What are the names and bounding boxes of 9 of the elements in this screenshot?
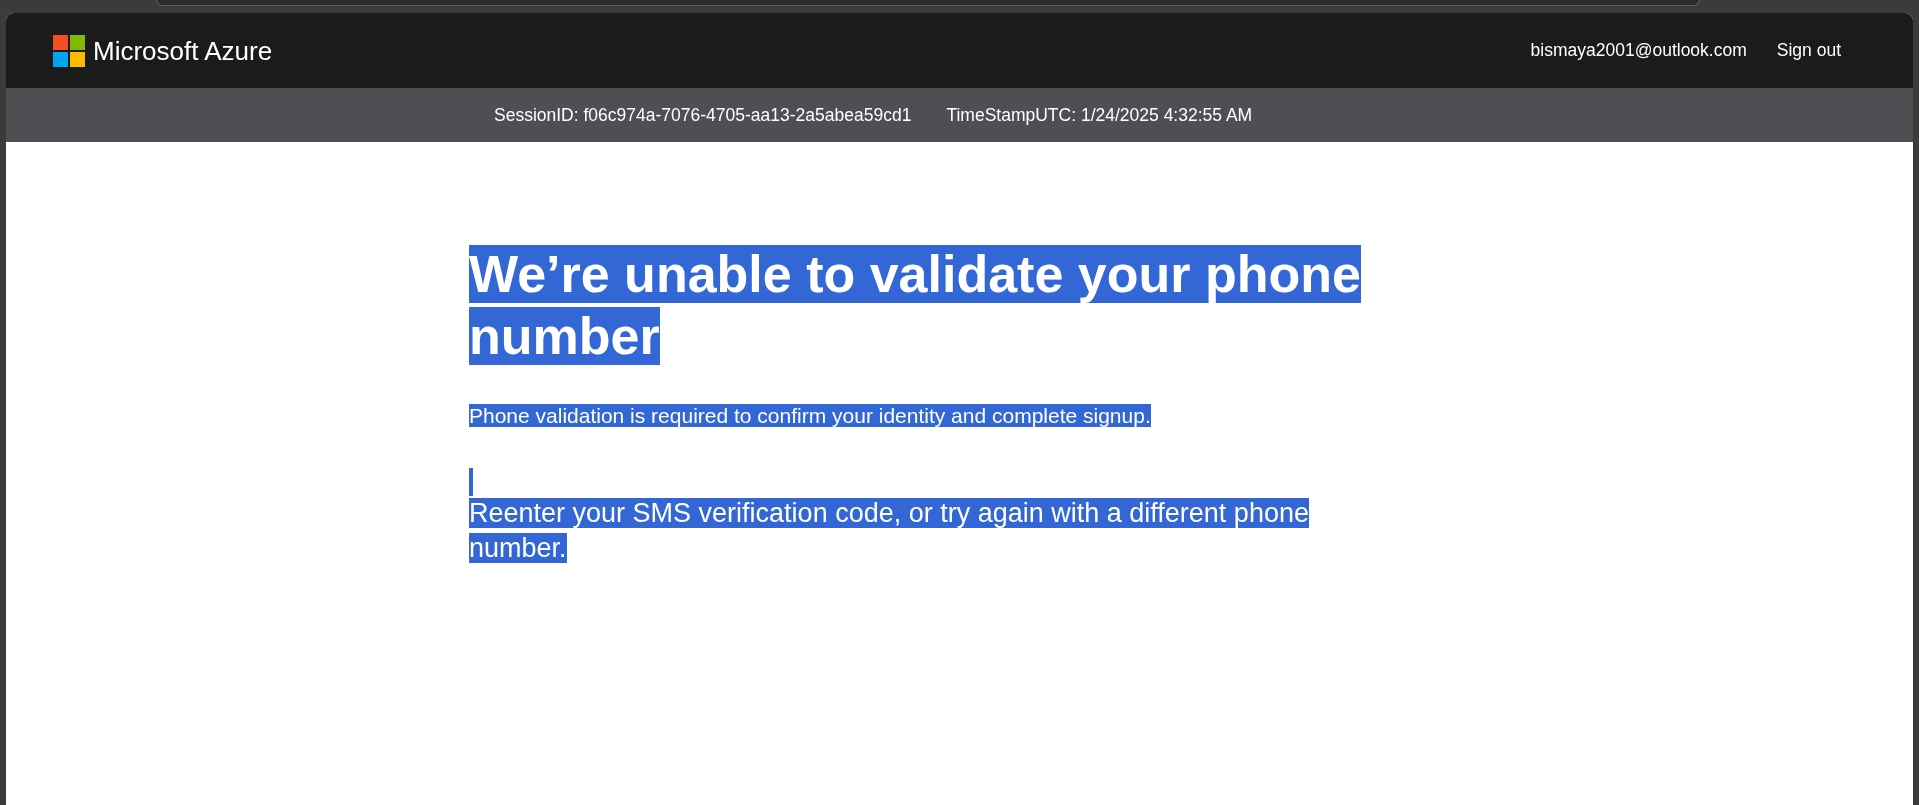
instruction-text: Reenter your SMS verification code, or try again with a different phone number. [469,497,1310,565]
four-squares-logo-icon [53,34,85,67]
page-heading: We’re unable to validate your phone number [469,244,1362,367]
account-email: bismaya2001@outlook.com [1530,39,1747,63]
session-id-text: SessionID: f06c974a-7076-4705-aa13-2a5abea59cd1 [494,103,912,127]
sign-out-link[interactable]: Sign out [1776,37,1841,64]
timestamp-text: TimeStampUTC: 1/24/2025 4:32:55 AM [946,103,1253,127]
info-text: Phone validation is required to confirm your identity and complete signup. [469,403,1152,429]
product-name: Microsoft Azure [93,37,273,64]
